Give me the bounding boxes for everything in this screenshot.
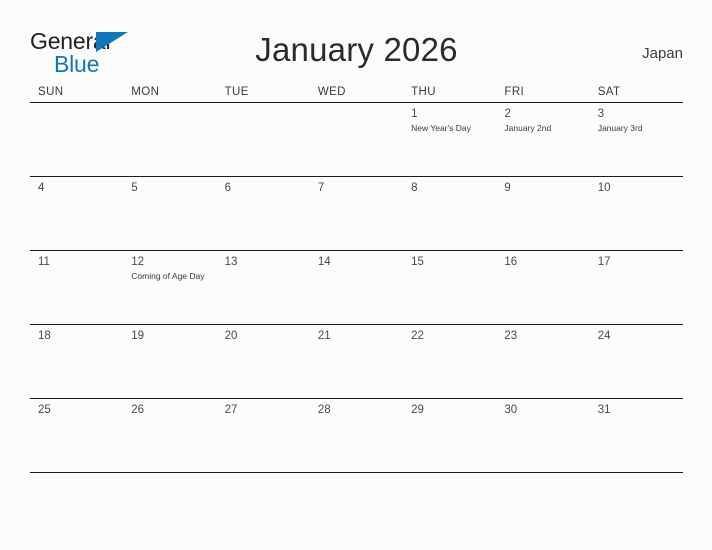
- day-number: 10: [597, 182, 611, 194]
- weekday-header-tue: TUE: [224, 86, 249, 98]
- page-title: January 2026: [255, 31, 458, 68]
- calendar-day-cell[interactable]: 14: [310, 251, 403, 324]
- day-number: 28: [317, 404, 331, 416]
- day-number: 3: [597, 108, 605, 120]
- calendar-day-cell[interactable]: 9: [496, 177, 589, 250]
- calendar-day-cell[interactable]: 15: [403, 251, 496, 324]
- calendar-week-row: 18 19 20 21 22 23 24: [30, 325, 683, 399]
- calendar-week-row: 1 New Year's Day 2 January 2nd 3 January…: [30, 103, 683, 177]
- day-number: 30: [504, 404, 518, 416]
- calendar-grid: SUN MON TUE WED THU FRI SAT 1 New Year's…: [30, 86, 683, 473]
- calendar-day-cell[interactable]: 24: [590, 325, 683, 398]
- calendar-week-row: 4 5 6 7 8 9 10: [30, 177, 683, 251]
- calendar-day-cell[interactable]: 28: [310, 399, 403, 472]
- day-number: 6: [224, 182, 231, 194]
- day-number: 7: [317, 182, 325, 194]
- day-number: 13: [224, 256, 238, 268]
- day-number: 23: [504, 330, 518, 342]
- calendar-week-row: 11 12 Coming of Age Day 13 14 15 16 17: [30, 251, 683, 325]
- day-number: 8: [411, 182, 418, 194]
- day-number: 24: [597, 330, 611, 342]
- day-number: 18: [38, 330, 51, 342]
- day-number: 26: [131, 404, 145, 416]
- day-number: 21: [317, 330, 331, 342]
- calendar-day-cell[interactable]: 25: [30, 399, 123, 472]
- calendar-day-cell[interactable]: 20: [217, 325, 310, 398]
- calendar-page: General Blue January 2026 Japan SUN MON …: [0, 0, 712, 550]
- day-number: 14: [317, 256, 331, 268]
- day-number: 31: [597, 404, 611, 416]
- calendar-day-cell[interactable]: 18: [30, 325, 123, 398]
- calendar-day-cell[interactable]: 1 New Year's Day: [403, 103, 496, 176]
- day-number: 12: [131, 256, 145, 268]
- day-number: 19: [131, 330, 145, 342]
- weekday-header-sun: SUN: [38, 86, 64, 98]
- calendar-day-cell[interactable]: [123, 103, 216, 176]
- weekday-header-wed: WED: [317, 86, 346, 98]
- day-number: 2: [504, 108, 511, 120]
- calendar-day-cell[interactable]: 10: [590, 177, 683, 250]
- day-number: 22: [411, 330, 424, 342]
- page-header: General Blue January 2026 Japan: [30, 26, 683, 82]
- calendar-day-cell[interactable]: 8: [403, 177, 496, 250]
- day-event: New Year's Day: [411, 123, 471, 133]
- calendar-day-cell[interactable]: 6: [217, 177, 310, 250]
- calendar-day-cell[interactable]: 12 Coming of Age Day: [123, 251, 216, 324]
- day-number: 20: [224, 330, 238, 342]
- day-number: 27: [224, 404, 238, 416]
- calendar-day-cell[interactable]: 7: [310, 177, 403, 250]
- calendar-day-cell[interactable]: 31: [590, 399, 683, 472]
- calendar-day-cell[interactable]: 23: [496, 325, 589, 398]
- calendar-day-cell[interactable]: 5: [123, 177, 216, 250]
- weekday-header-fri: FRI: [504, 86, 525, 98]
- weekday-header-thu: THU: [411, 86, 436, 98]
- calendar-day-cell[interactable]: [217, 103, 310, 176]
- calendar-day-cell[interactable]: 22: [403, 325, 496, 398]
- calendar-day-cell[interactable]: 27: [217, 399, 310, 472]
- calendar-day-cell[interactable]: 3 January 3rd: [590, 103, 683, 176]
- day-event: January 3rd: [597, 123, 643, 133]
- calendar-day-cell[interactable]: 16: [496, 251, 589, 324]
- day-number: 29: [411, 404, 424, 416]
- calendar-day-cell[interactable]: 30: [496, 399, 589, 472]
- calendar-day-cell[interactable]: 26: [123, 399, 216, 472]
- calendar-day-cell[interactable]: 29: [403, 399, 496, 472]
- weekday-header-row: SUN MON TUE WED THU FRI SAT: [30, 86, 683, 103]
- calendar-day-cell[interactable]: 17: [590, 251, 683, 324]
- day-number: 11: [38, 256, 50, 268]
- day-number: 5: [131, 182, 138, 194]
- day-number: 1: [411, 108, 418, 120]
- calendar-day-cell[interactable]: 19: [123, 325, 216, 398]
- calendar-day-cell[interactable]: 21: [310, 325, 403, 398]
- region-label: Japan: [642, 45, 683, 62]
- calendar-day-cell[interactable]: 13: [217, 251, 310, 324]
- weekday-header-sat: SAT: [597, 86, 621, 98]
- day-event: January 2nd: [504, 123, 552, 133]
- day-number: 15: [411, 256, 424, 268]
- calendar-day-cell[interactable]: 11: [30, 251, 123, 324]
- day-number: 16: [504, 256, 518, 268]
- calendar-day-cell[interactable]: [30, 103, 123, 176]
- calendar-week-row: 25 26 27 28 29 30 31: [30, 399, 683, 473]
- day-number: 17: [597, 256, 611, 268]
- day-event: Coming of Age Day: [131, 271, 205, 281]
- calendar-day-cell[interactable]: [310, 103, 403, 176]
- calendar-day-cell[interactable]: 4: [30, 177, 123, 250]
- calendar-day-cell[interactable]: 2 January 2nd: [496, 103, 589, 176]
- day-number: 4: [38, 182, 45, 194]
- weekday-header-mon: MON: [131, 86, 160, 98]
- day-number: 9: [504, 182, 511, 194]
- day-number: 25: [38, 404, 51, 416]
